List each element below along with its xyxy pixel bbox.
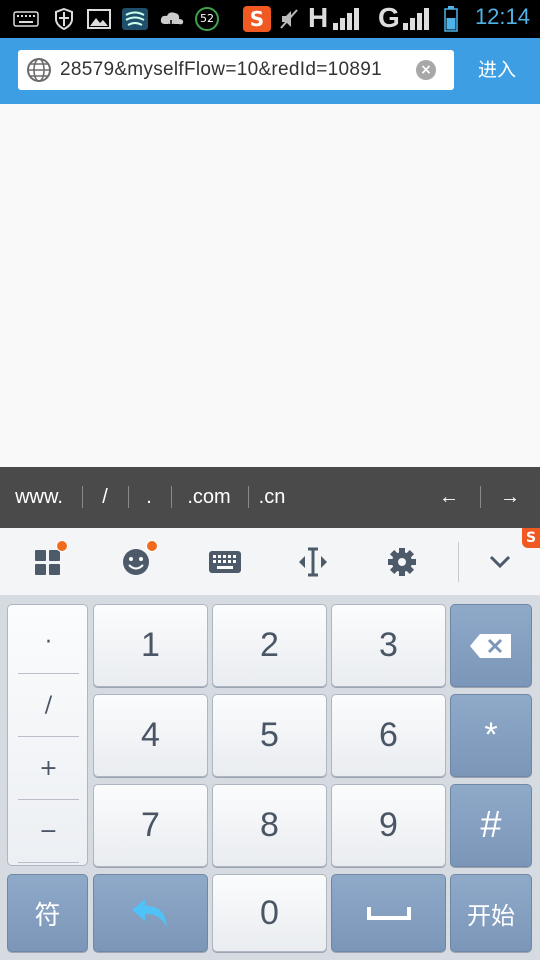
url-input[interactable]: 28579&myselfFlow=10&redId=10891 × xyxy=(18,50,454,90)
separator xyxy=(171,486,172,508)
key-5[interactable]: 5 xyxy=(212,694,327,777)
image-icon xyxy=(86,7,112,31)
url-text[interactable]: 28579&myselfFlow=10&redId=10891 xyxy=(60,50,410,90)
key-8[interactable]: 8 xyxy=(212,784,327,867)
arrow-left-icon[interactable]: ← xyxy=(425,467,473,528)
ime-toolbar: S xyxy=(0,528,540,596)
status-time: 12:14 xyxy=(474,4,530,29)
cursor-move-icon[interactable] xyxy=(291,540,335,584)
key-6[interactable]: 6 xyxy=(331,694,446,777)
keyboard-icon[interactable] xyxy=(203,540,247,584)
page-content xyxy=(0,104,540,467)
key-7[interactable]: 7 xyxy=(93,784,208,867)
signal-icon xyxy=(330,7,366,31)
key-0[interactable]: 0 xyxy=(212,874,327,952)
url-bar: 28579&myselfFlow=10&redId=10891 × 进入 xyxy=(0,38,540,104)
shield-icon xyxy=(52,7,76,31)
network-type-g: G xyxy=(378,2,400,33)
notification-dot xyxy=(146,540,158,552)
separator xyxy=(82,486,83,508)
key-9[interactable]: 9 xyxy=(331,784,446,867)
apps-icon[interactable] xyxy=(26,540,70,584)
return-key[interactable] xyxy=(93,874,208,952)
battery-badge-icon: 52 xyxy=(194,7,220,31)
clear-icon[interactable]: × xyxy=(416,60,436,80)
enter-button[interactable]: 进入 xyxy=(462,50,532,90)
separator xyxy=(248,486,249,508)
numeric-keyboard: · / + − 1 2 3 4 5 6 7 8 9 * # 符 0 开始 xyxy=(0,596,540,960)
hash-key[interactable]: # xyxy=(450,784,532,867)
symbol-dot-key[interactable]: · xyxy=(18,611,79,674)
settings-icon[interactable] xyxy=(380,540,424,584)
emoji-icon[interactable] xyxy=(114,540,158,584)
status-bar: 52 S H G 12:14 xyxy=(0,0,540,38)
key-4[interactable]: 4 xyxy=(93,694,208,777)
go-key[interactable]: 开始 xyxy=(450,874,532,952)
mute-icon xyxy=(278,7,300,31)
undo-arrow-icon xyxy=(131,899,167,927)
arrow-right-icon[interactable]: → xyxy=(486,467,534,528)
backspace-icon xyxy=(470,633,511,658)
quick-dot[interactable]: . xyxy=(134,467,164,528)
key-1[interactable]: 1 xyxy=(93,604,208,687)
symbol-column: · / + − xyxy=(7,604,88,866)
symbol-minus-key[interactable]: − xyxy=(18,800,79,863)
separator xyxy=(458,542,459,582)
cloud-icon xyxy=(158,7,186,31)
space-icon xyxy=(366,907,411,920)
notification-dot xyxy=(56,540,68,552)
battery-icon xyxy=(442,6,460,32)
keyboard-icon xyxy=(12,7,40,31)
space-key[interactable] xyxy=(331,874,446,952)
network-type-h: H xyxy=(308,2,329,33)
separator xyxy=(128,486,129,508)
weather-icon xyxy=(120,7,150,31)
symbol-slash-key[interactable]: / xyxy=(18,674,79,737)
quick-slash[interactable]: / xyxy=(88,467,122,528)
key-3[interactable]: 3 xyxy=(331,604,446,687)
key-2[interactable]: 2 xyxy=(212,604,327,687)
quick-cn[interactable]: .cn xyxy=(252,467,292,528)
symbol-plus-key[interactable]: + xyxy=(18,737,79,800)
symbols-key[interactable]: 符 xyxy=(7,874,88,952)
sogou-icon: S xyxy=(242,6,272,32)
quick-url-bar: www. / . .com .cn ← → xyxy=(0,467,540,528)
collapse-icon[interactable] xyxy=(478,540,522,584)
star-key[interactable]: * xyxy=(450,694,532,777)
sogou-logo: S xyxy=(522,528,540,548)
signal-icon xyxy=(400,7,436,31)
globe-icon xyxy=(26,57,52,83)
quick-www[interactable]: www. xyxy=(4,467,74,528)
separator xyxy=(480,486,481,508)
quick-com[interactable]: .com xyxy=(176,467,242,528)
backspace-key[interactable] xyxy=(450,604,532,687)
